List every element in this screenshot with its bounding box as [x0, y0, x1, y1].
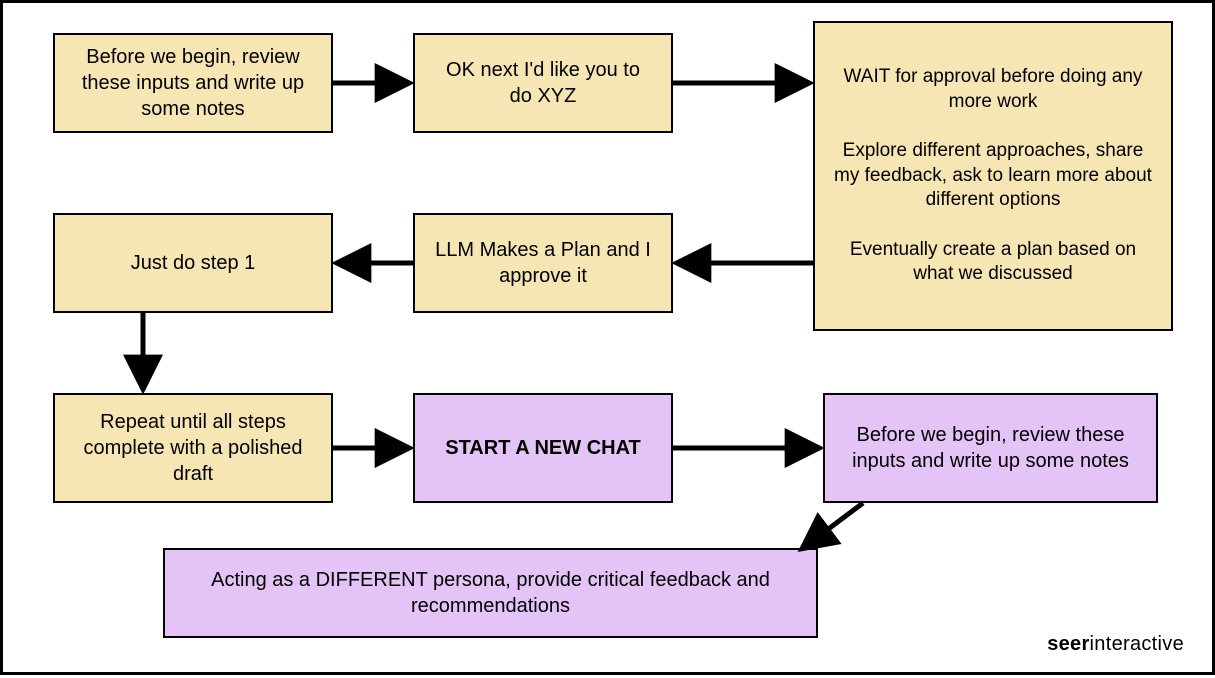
- arrow-again-persona: [803, 503, 863, 548]
- node-text: OK next I'd like you to do XYZ: [433, 57, 653, 109]
- node-just-step-1: Just do step 1: [53, 213, 333, 313]
- brand-rest: interactive: [1090, 633, 1184, 655]
- brand-bold: seer: [1047, 633, 1089, 655]
- node-text: WAIT for approval before doing any more …: [833, 65, 1153, 287]
- node-repeat-steps: Repeat until all steps complete with a p…: [53, 393, 333, 503]
- node-start-new-chat: START A NEW CHAT: [413, 393, 673, 503]
- node-text: Repeat until all steps complete with a p…: [73, 409, 313, 487]
- node-text: Before we begin, review these inputs and…: [73, 44, 313, 122]
- node-review-inputs: Before we begin, review these inputs and…: [53, 33, 333, 133]
- brand-logo: seerinteractive: [1047, 633, 1184, 656]
- node-review-again: Before we begin, review these inputs and…: [823, 393, 1158, 503]
- node-text: Just do step 1: [131, 250, 256, 276]
- node-wait-approval: WAIT for approval before doing any more …: [813, 21, 1173, 331]
- node-different-persona: Acting as a DIFFERENT persona, provide c…: [163, 548, 818, 638]
- node-text: START A NEW CHAT: [445, 435, 641, 461]
- node-text: Before we begin, review these inputs and…: [843, 422, 1138, 474]
- node-text: Acting as a DIFFERENT persona, provide c…: [183, 567, 798, 619]
- node-text: LLM Makes a Plan and I approve it: [433, 237, 653, 289]
- node-do-xyz: OK next I'd like you to do XYZ: [413, 33, 673, 133]
- node-plan-approved: LLM Makes a Plan and I approve it: [413, 213, 673, 313]
- diagram-frame: Before we begin, review these inputs and…: [0, 0, 1215, 675]
